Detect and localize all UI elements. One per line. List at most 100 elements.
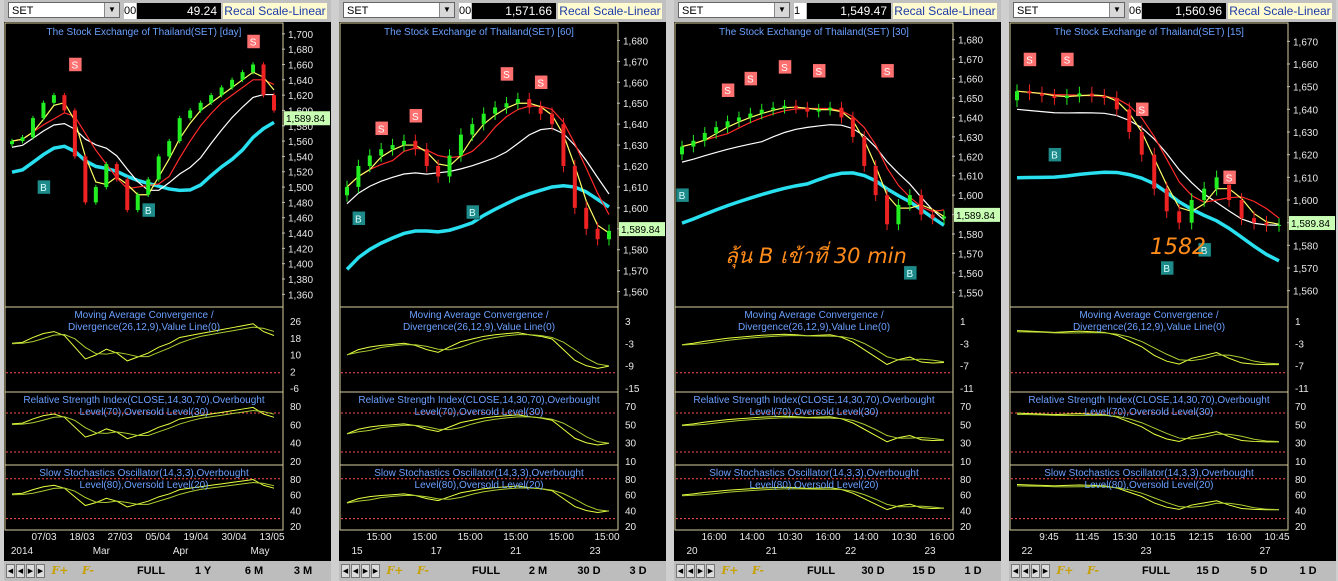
full-range-button[interactable]: FULL — [1135, 564, 1177, 578]
rsi-tick-label: 70 — [625, 402, 637, 413]
period-button-3[interactable]: 3 D — [617, 564, 659, 578]
candle-body — [725, 121, 730, 128]
period-button-1[interactable]: 30 D — [852, 564, 894, 578]
zoom-out-button[interactable]: F- — [744, 564, 772, 578]
rsi-title: Relative Strength Index(CLOSE,14,30,70),… — [358, 395, 599, 406]
recal-scale-button[interactable]: Recal Scale-Linear — [223, 3, 327, 19]
candle-body — [828, 107, 833, 110]
rsi-tick-label: 50 — [960, 420, 972, 431]
x-tick-label: 15:00 — [549, 532, 574, 543]
scroll-left-icon[interactable]: ◀ — [676, 564, 685, 578]
panel-footer: ◀ ◀ ▶ ▶ F+ F- FULL 15 D 5 D 1 D — [1009, 561, 1336, 581]
symbol-select[interactable]: SET ▼ — [8, 2, 120, 18]
scroll-right-icon[interactable]: ▶ — [696, 564, 705, 578]
chevron-down-icon[interactable]: ▼ — [439, 3, 454, 17]
x-tick-label: 15:00 — [594, 532, 619, 543]
full-range-button[interactable]: FULL — [465, 564, 507, 578]
macd-signal-line — [1016, 331, 1280, 365]
zoom-in-button[interactable]: F+ — [381, 564, 409, 578]
scroll-left-fast-icon[interactable]: ◀ — [1021, 564, 1030, 578]
recal-scale-button[interactable]: Recal Scale-Linear — [558, 3, 662, 19]
chevron-down-icon[interactable]: ▼ — [1109, 3, 1124, 17]
chart-title: The Stock Exchange of Thailand(SET) [day… — [47, 27, 242, 38]
candle-body — [379, 149, 384, 156]
period-button-1[interactable]: 15 D — [1187, 564, 1229, 578]
y-tick-label: 1,620 — [958, 152, 983, 163]
zoom-out-button[interactable]: F- — [74, 564, 102, 578]
full-range-button[interactable]: FULL — [130, 564, 172, 578]
period-button-3[interactable]: 3 M — [282, 564, 324, 578]
candle-body — [1139, 132, 1144, 155]
candle-body — [209, 95, 214, 103]
x-tick-label: 16:00 — [1226, 532, 1251, 543]
candle-body — [736, 117, 741, 122]
scroll-right-icon[interactable]: ▶ — [1031, 564, 1040, 578]
candle-body — [251, 64, 256, 73]
recal-scale-button[interactable]: Recal Scale-Linear — [1228, 3, 1332, 19]
scroll-right-fast-icon[interactable]: ▶ — [371, 564, 380, 578]
stoch-tick-label: 20 — [290, 522, 302, 533]
y-tick-label: 1,660 — [623, 78, 648, 89]
candle-body — [261, 64, 266, 96]
candle-body — [1114, 98, 1119, 110]
x-tick-label: 10:30 — [891, 532, 916, 543]
chart-canvas[interactable]: The Stock Exchange of Thailand(SET) [30]… — [674, 22, 1001, 559]
symbol-select[interactable]: SET ▼ — [678, 2, 790, 18]
y-tick-label: 1,440 — [288, 229, 313, 240]
scroll-left-fast-icon[interactable]: ◀ — [686, 564, 695, 578]
candle-body — [458, 134, 463, 156]
chevron-down-icon[interactable]: ▼ — [774, 3, 789, 17]
candle-body — [1064, 95, 1069, 98]
period-button-2[interactable]: 30 D — [567, 564, 611, 578]
macd-tick-label: -15 — [625, 384, 640, 395]
symbol-select[interactable]: SET ▼ — [1013, 2, 1125, 18]
period-button-3[interactable]: 1 D — [1287, 564, 1329, 578]
last-price-label: 1,589.84 — [621, 225, 660, 236]
signal-label: B — [1051, 151, 1058, 162]
price-fragment: 00 — [124, 3, 136, 19]
y-tick-label: 1,680 — [623, 36, 648, 47]
slow-ma-line — [681, 124, 945, 221]
scroll-right-icon[interactable]: ▶ — [26, 564, 35, 578]
x-tick-label-secondary: 23 — [1140, 546, 1152, 557]
scroll-left-icon[interactable]: ◀ — [1011, 564, 1020, 578]
scroll-right-icon[interactable]: ▶ — [361, 564, 370, 578]
y-tick-label: 1,630 — [1293, 128, 1318, 139]
zoom-in-button[interactable]: F+ — [716, 564, 744, 578]
x-tick-label: 11:45 — [1075, 532, 1100, 543]
y-tick-label: 1,610 — [1293, 173, 1318, 184]
scroll-right-fast-icon[interactable]: ▶ — [706, 564, 715, 578]
period-button-2[interactable]: 5 D — [1237, 564, 1281, 578]
candle-body — [1102, 95, 1107, 98]
chart-canvas[interactable]: The Stock Exchange of Thailand(SET) [15]… — [1009, 22, 1336, 559]
y-tick-label: 1,670 — [958, 55, 983, 66]
period-button-1[interactable]: 1 Y — [182, 564, 224, 578]
x-tick-label: 19/04 — [183, 532, 208, 543]
zoom-in-button[interactable]: F+ — [46, 564, 74, 578]
macd-tick-label: -7 — [960, 362, 969, 373]
period-button-3[interactable]: 1 D — [952, 564, 994, 578]
symbol-select[interactable]: SET ▼ — [343, 2, 455, 18]
zoom-out-button[interactable]: F- — [1079, 564, 1107, 578]
period-button-2[interactable]: 6 M — [232, 564, 276, 578]
scroll-right-fast-icon[interactable]: ▶ — [1041, 564, 1050, 578]
x-tick-label: 14:00 — [739, 532, 764, 543]
chevron-down-icon[interactable]: ▼ — [104, 3, 119, 17]
period-button-2[interactable]: 15 D — [902, 564, 946, 578]
zoom-in-button[interactable]: F+ — [1051, 564, 1079, 578]
scroll-right-fast-icon[interactable]: ▶ — [36, 564, 45, 578]
candle-body — [691, 140, 696, 147]
chart-canvas[interactable]: The Stock Exchange of Thailand(SET) [60]… — [339, 22, 666, 559]
x-tick-label-secondary: 17 — [431, 546, 443, 557]
recal-scale-button[interactable]: Recal Scale-Linear — [893, 3, 997, 19]
zoom-out-button[interactable]: F- — [409, 564, 437, 578]
chart-canvas[interactable]: The Stock Exchange of Thailand(SET) [day… — [4, 22, 331, 559]
full-range-button[interactable]: FULL — [800, 564, 842, 578]
scroll-left-fast-icon[interactable]: ◀ — [351, 564, 360, 578]
scroll-left-fast-icon[interactable]: ◀ — [16, 564, 25, 578]
macd-title: Divergence(26,12,9),Value Line(0) — [403, 322, 555, 333]
scroll-left-icon[interactable]: ◀ — [341, 564, 350, 578]
period-button-1[interactable]: 2 M — [517, 564, 559, 578]
scroll-left-icon[interactable]: ◀ — [6, 564, 15, 578]
panel-header: SET ▼ 06 1,560.96 Recal Scale-Linear — [1009, 0, 1336, 22]
